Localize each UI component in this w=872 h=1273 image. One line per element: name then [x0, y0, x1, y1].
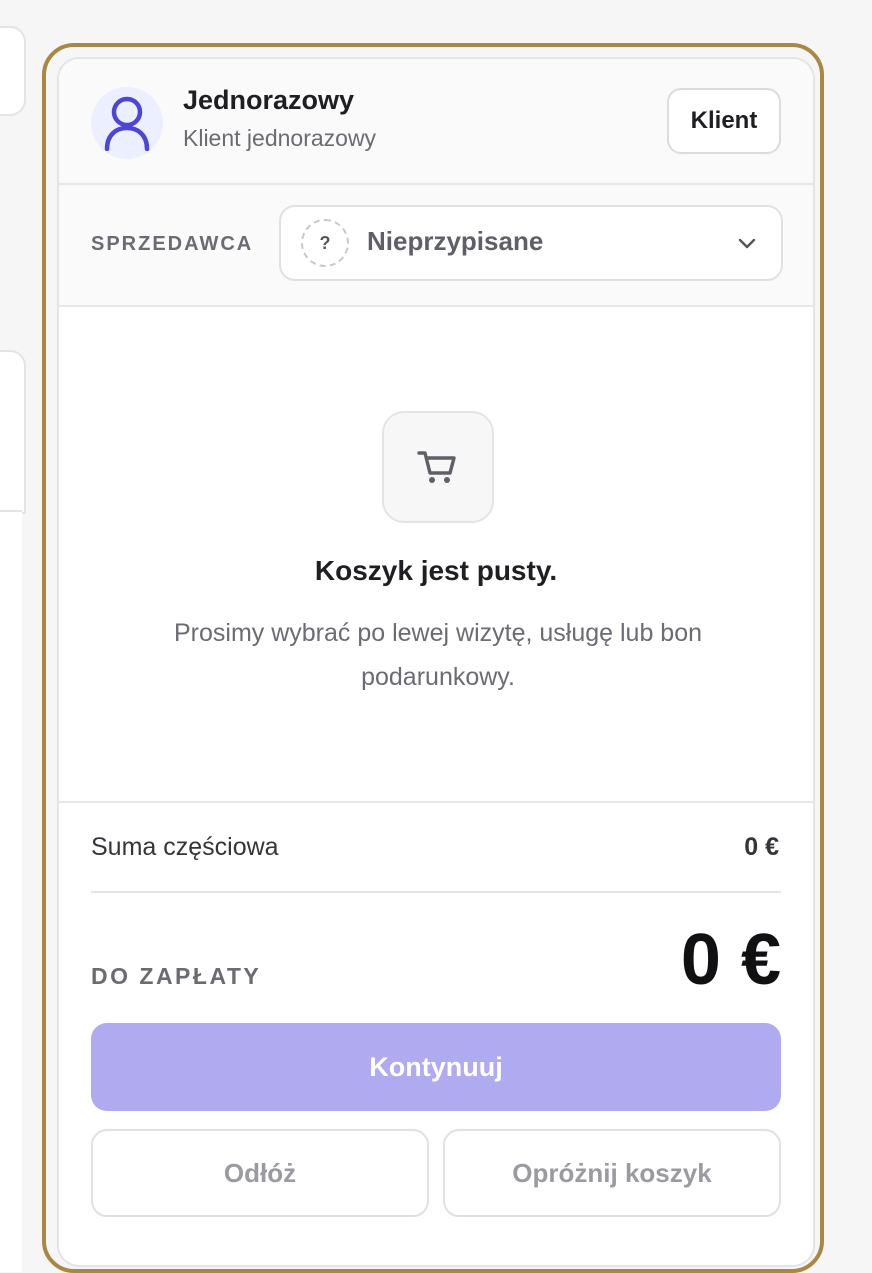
seller-section: SPRZEDAWCA ? Nieprzypisane	[59, 185, 813, 307]
postpone-button[interactable]: Odłóż	[91, 1129, 429, 1217]
unassigned-avatar: ?	[301, 219, 349, 267]
amount-due-label: DO ZAPŁATY	[91, 963, 262, 989]
cart-panel: Jednorazowy Klient jednorazowy Klient SP…	[57, 57, 815, 1267]
totals-section: Suma częściowa 0 € DO ZAPŁATY 0 € Kontyn…	[59, 801, 813, 1265]
seller-dropdown[interactable]: ? Nieprzypisane	[279, 205, 783, 281]
background-card	[0, 510, 22, 1272]
seller-label: SPRZEDAWCA	[91, 233, 254, 255]
empty-cart-title: Koszyk jest pusty.	[314, 555, 558, 586]
question-mark-icon: ?	[319, 232, 331, 253]
client-type: Klient jednorazowy	[183, 125, 377, 151]
subtotal-value: 0 €	[744, 833, 779, 861]
subtotal-label: Suma częściowa	[91, 833, 279, 861]
client-avatar	[91, 87, 163, 159]
background-card	[0, 350, 26, 514]
chevron-down-icon	[738, 238, 756, 249]
seller-selected-value: Nieprzypisane	[367, 226, 544, 256]
empty-cart-description: Prosimy wybrać po lewej wizytę, usługę l…	[173, 619, 702, 691]
client-section: Jednorazowy Klient jednorazowy Klient	[59, 59, 813, 185]
clear-cart-button[interactable]: Opróżnij koszyk	[443, 1129, 781, 1217]
background-card	[0, 26, 26, 116]
divider	[91, 891, 781, 893]
user-icon	[104, 96, 150, 151]
amount-due-value: 0 €	[680, 920, 781, 1000]
select-client-button[interactable]: Klient	[667, 88, 781, 154]
continue-button[interactable]: Kontynuuj	[91, 1023, 781, 1111]
cart-icon	[417, 451, 456, 483]
cart-empty-state: Koszyk jest pusty. Prosimy wybrać po lew…	[59, 307, 813, 801]
client-name: Jednorazowy	[183, 85, 355, 115]
cart-icon-box	[382, 411, 494, 523]
